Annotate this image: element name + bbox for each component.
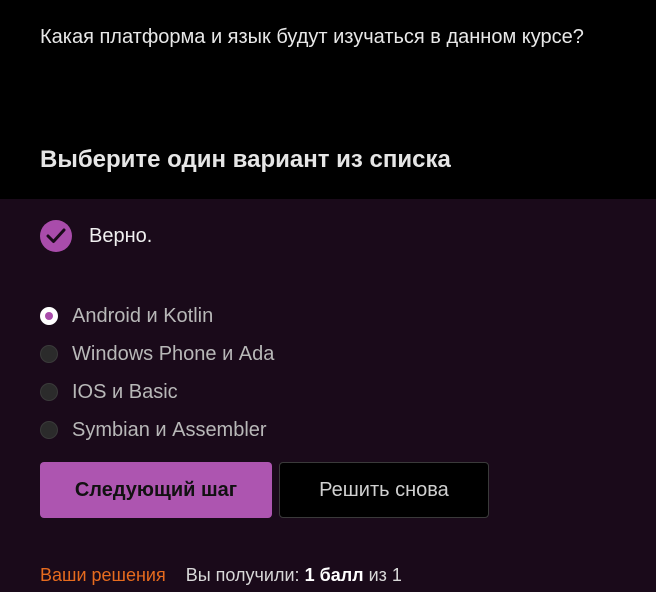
- next-step-button[interactable]: Следующий шаг: [40, 462, 272, 518]
- option-ios-basic[interactable]: IOS и Basic: [40, 373, 274, 411]
- feedback-text: Верно.: [89, 224, 153, 247]
- option-label: Android и Kotlin: [72, 304, 214, 327]
- radio-button[interactable]: [40, 383, 58, 401]
- option-label: Symbian и Assembler: [72, 418, 267, 441]
- checkmark-icon: [40, 220, 72, 252]
- option-label: IOS и Basic: [72, 380, 178, 403]
- option-symbian-assembler[interactable]: Symbian и Assembler: [40, 411, 274, 449]
- question-panel: Какая платформа и язык будут изучаться в…: [0, 0, 656, 199]
- footer: Ваши решения Вы получили: 1 балл из 1: [40, 563, 402, 587]
- instruction-heading: Выберите один вариант из списка: [40, 146, 451, 173]
- score-prefix: Вы получили:: [185, 565, 300, 585]
- score-text: Вы получили: 1 балл из 1: [186, 563, 402, 587]
- action-buttons: Следующий шаг Решить снова: [40, 462, 489, 518]
- option-android-kotlin[interactable]: Android и Kotlin: [40, 297, 274, 335]
- question-text: Какая платформа и язык будут изучаться в…: [40, 26, 584, 48]
- option-label: Windows Phone и Ada: [72, 342, 275, 365]
- radio-button-selected[interactable]: [40, 307, 58, 325]
- radio-button[interactable]: [40, 345, 58, 363]
- score-suffix: из 1: [368, 565, 402, 585]
- score-value: 1 балл: [304, 565, 364, 585]
- answer-panel: Верно. Android и Kotlin Windows Phone и …: [0, 199, 656, 592]
- option-windows-phone-ada[interactable]: Windows Phone и Ada: [40, 335, 274, 373]
- your-solutions-link[interactable]: Ваши решения: [40, 563, 166, 587]
- radio-button[interactable]: [40, 421, 58, 439]
- retry-button[interactable]: Решить снова: [279, 462, 489, 518]
- options-list: Android и Kotlin Windows Phone и Ada IOS…: [40, 297, 274, 449]
- feedback-message: Верно.: [40, 220, 152, 252]
